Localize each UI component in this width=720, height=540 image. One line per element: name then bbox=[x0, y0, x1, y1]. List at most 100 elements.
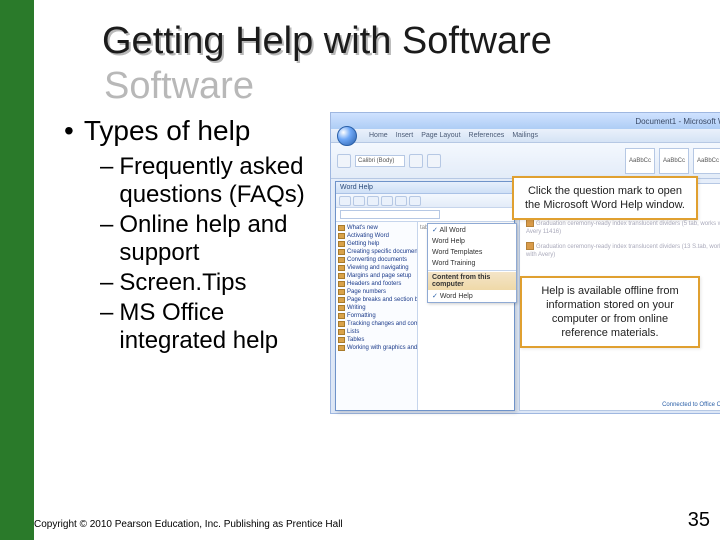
bullet-level1: • Types of help bbox=[64, 115, 324, 147]
dash-icon: – bbox=[100, 269, 113, 297]
callout-text: Click the question mark to open the Micr… bbox=[525, 185, 685, 211]
home-icon[interactable] bbox=[395, 196, 407, 206]
tab-references[interactable]: References bbox=[469, 132, 505, 139]
tab-pagelayout[interactable]: Page Layout bbox=[421, 132, 460, 139]
template-icon bbox=[526, 219, 534, 227]
slide-title: Getting Help with Software Getting Help … bbox=[102, 20, 552, 63]
sub-text: Frequently asked questions (FAQs) bbox=[119, 153, 324, 209]
tab-home[interactable]: Home bbox=[369, 132, 388, 139]
bullet-dot-icon: • bbox=[64, 115, 74, 147]
list-item: – Online help and support bbox=[100, 211, 324, 267]
bullet-text: Types of help bbox=[84, 115, 251, 147]
book-icon bbox=[338, 249, 345, 255]
book-icon bbox=[338, 273, 345, 279]
italic-icon[interactable] bbox=[427, 154, 441, 168]
menu-item[interactable]: Word Help bbox=[428, 236, 516, 247]
book-icon bbox=[338, 233, 345, 239]
title-text: Getting Help with Software bbox=[102, 20, 552, 62]
ribbon-tabs: Home Insert Page Layout References Maili… bbox=[331, 129, 720, 143]
list-item: – Screen.Tips bbox=[100, 269, 324, 297]
book-icon bbox=[338, 257, 345, 263]
book-icon bbox=[338, 313, 345, 319]
help-titlebar: Word Help bbox=[336, 182, 514, 194]
doc-line: Graduation ceremony-ready index transluc… bbox=[526, 242, 720, 259]
toc-item[interactable]: Margins and page setup bbox=[338, 273, 415, 279]
menu-item[interactable]: Word Templates bbox=[428, 247, 516, 258]
forward-icon[interactable] bbox=[353, 196, 365, 206]
toc-item[interactable]: Converting documents bbox=[338, 257, 415, 263]
template-icon bbox=[526, 242, 534, 250]
style-chip[interactable]: AaBbCc bbox=[693, 148, 720, 174]
menu-section-header: Content from this computer bbox=[428, 272, 516, 290]
book-icon bbox=[338, 265, 345, 271]
book-icon bbox=[338, 337, 345, 343]
copyright-footer: Copyright © 2010 Pearson Education, Inc.… bbox=[34, 519, 343, 530]
print-icon[interactable] bbox=[409, 196, 421, 206]
sub-bullet-list: – Frequently asked questions (FAQs) – On… bbox=[100, 153, 324, 355]
back-icon[interactable] bbox=[339, 196, 351, 206]
help-toolbar bbox=[336, 194, 514, 208]
sub-text: Screen.Tips bbox=[119, 269, 246, 297]
toc-item[interactable]: Lists bbox=[338, 329, 415, 335]
help-search-input[interactable] bbox=[340, 210, 440, 219]
book-icon bbox=[338, 241, 345, 247]
sub-text: Online help and support bbox=[119, 211, 324, 267]
book-icon bbox=[338, 329, 345, 335]
search-scope-dropdown[interactable]: All Word Word Help Word Templates Word T… bbox=[427, 223, 517, 303]
toc-item[interactable]: Page numbers bbox=[338, 289, 415, 295]
tab-mailings[interactable]: Mailings bbox=[512, 132, 538, 139]
toc-item[interactable]: Formatting bbox=[338, 313, 415, 319]
menu-item[interactable]: Word Training bbox=[428, 258, 516, 269]
menu-item-allword[interactable]: All Word bbox=[428, 224, 516, 236]
toc-item[interactable]: Headers and footers bbox=[338, 281, 415, 287]
book-icon bbox=[338, 225, 345, 231]
toc-item[interactable]: Working with graphics and charts bbox=[338, 345, 415, 351]
book-icon bbox=[338, 281, 345, 287]
book-icon bbox=[338, 345, 345, 351]
toc-item[interactable]: Viewing and navigating bbox=[338, 265, 415, 271]
dash-icon: – bbox=[100, 299, 113, 327]
book-icon bbox=[338, 297, 345, 303]
help-title-text: Word Help bbox=[340, 184, 373, 191]
dash-icon: – bbox=[100, 153, 113, 181]
toc-item[interactable]: What's new bbox=[338, 225, 415, 231]
font-selector[interactable]: Calibri (Body) bbox=[355, 155, 405, 167]
style-chip[interactable]: AaBbCc bbox=[659, 148, 689, 174]
ribbon-content: Calibri (Body) AaBbCc AaBbCc AaBbCc ? bbox=[331, 143, 720, 179]
list-item: – MS Office integrated help bbox=[100, 299, 324, 355]
word-titlebar: Document1 - Microsoft Word bbox=[331, 113, 720, 129]
help-toc: What's new Activating Word Getting help … bbox=[336, 222, 418, 410]
toc-item[interactable]: Page breaks and section breaks bbox=[338, 297, 415, 303]
toc-item[interactable]: Writing bbox=[338, 305, 415, 311]
callout-text: Help is available offline from informati… bbox=[541, 285, 678, 339]
menu-separator bbox=[428, 270, 516, 271]
book-icon bbox=[338, 305, 345, 311]
office-orb-icon[interactable] bbox=[337, 126, 357, 146]
toc-item[interactable]: Getting help bbox=[338, 241, 415, 247]
refresh-icon[interactable] bbox=[381, 196, 393, 206]
sub-text: MS Office integrated help bbox=[119, 299, 324, 355]
toc-item[interactable]: Tracking changes and comments bbox=[338, 321, 415, 327]
stop-icon[interactable] bbox=[367, 196, 379, 206]
word-screenshot: Document1 - Microsoft Word Home Insert P… bbox=[330, 112, 720, 414]
list-item: – Frequently asked questions (FAQs) bbox=[100, 153, 324, 209]
side-accent-bar bbox=[0, 0, 34, 540]
dash-icon: – bbox=[100, 211, 113, 239]
style-chip[interactable]: AaBbCc bbox=[625, 148, 655, 174]
book-icon bbox=[338, 289, 345, 295]
toc-item[interactable]: Creating specific documents bbox=[338, 249, 415, 255]
callout-offline-help: Help is available offline from informati… bbox=[520, 276, 700, 348]
menu-item[interactable]: Word Help bbox=[428, 290, 516, 302]
book-icon bbox=[338, 321, 345, 327]
toc-item[interactable]: Activating Word bbox=[338, 233, 415, 239]
bold-icon[interactable] bbox=[409, 154, 423, 168]
toc-item[interactable]: Tables bbox=[338, 337, 415, 343]
status-bar: Connected to Office Online bbox=[662, 402, 720, 408]
content-block: • Types of help – Frequently asked quest… bbox=[64, 115, 324, 357]
doc-line: Graduation ceremony-ready index transluc… bbox=[526, 219, 720, 236]
slide-body: Getting Help with Software Getting Help … bbox=[34, 0, 720, 540]
paste-icon[interactable] bbox=[337, 154, 351, 168]
tab-insert[interactable]: Insert bbox=[396, 132, 414, 139]
help-search-row bbox=[336, 208, 514, 222]
page-number: 35 bbox=[688, 509, 710, 532]
